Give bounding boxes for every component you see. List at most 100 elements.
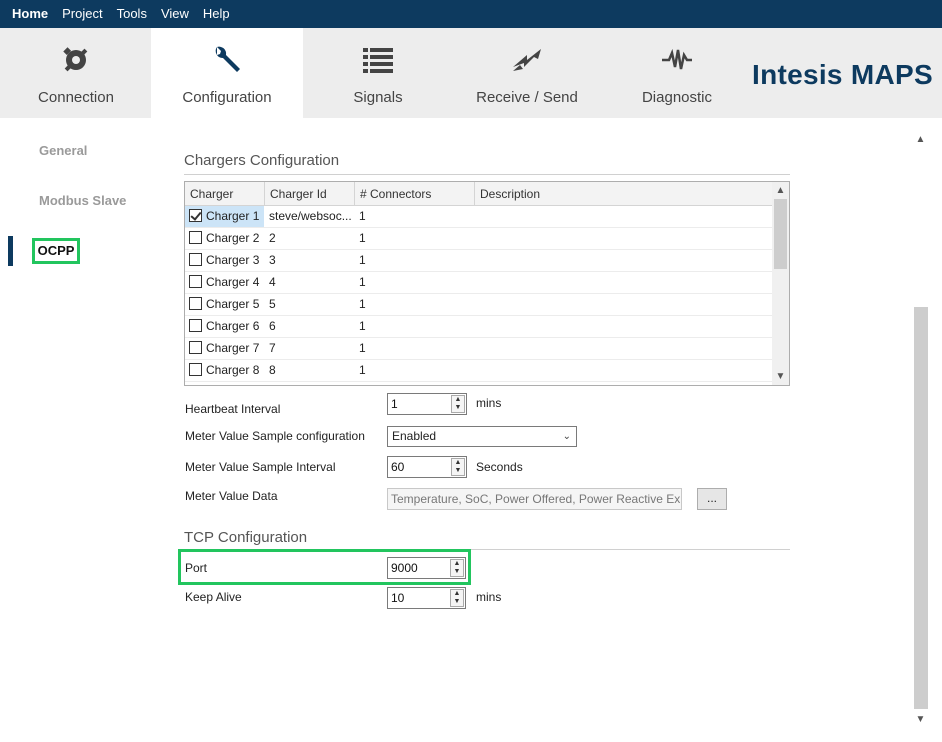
scroll-thumb[interactable] bbox=[914, 307, 928, 709]
scroll-up-icon[interactable]: ▲ bbox=[772, 182, 789, 199]
table-row[interactable]: Charger 2 2 1 bbox=[185, 228, 773, 250]
connectors-cell[interactable]: 1 bbox=[355, 294, 475, 315]
heartbeat-stepper[interactable]: 1 ▲ ▼ bbox=[387, 393, 467, 415]
checkbox-checked-icon[interactable] bbox=[189, 209, 202, 222]
stepper-down-icon[interactable]: ▼ bbox=[452, 467, 464, 475]
description-cell[interactable] bbox=[475, 206, 773, 227]
meter-config-select[interactable]: Enabled ⌄ bbox=[387, 426, 577, 447]
scroll-up-icon[interactable]: ▲ bbox=[912, 131, 929, 148]
checkbox-unchecked-icon[interactable] bbox=[189, 341, 202, 354]
description-cell[interactable] bbox=[475, 294, 773, 315]
description-cell[interactable] bbox=[475, 250, 773, 271]
checkbox-unchecked-icon[interactable] bbox=[189, 319, 202, 332]
charger-id-cell[interactable]: 3 bbox=[265, 250, 355, 271]
charger-id-cell[interactable]: steve/websoc... bbox=[265, 206, 355, 227]
connectors-cell[interactable]: 1 bbox=[355, 316, 475, 337]
brand-logo: Intesis MAPS bbox=[752, 59, 933, 90]
tab-diagnostic[interactable]: Diagnostic bbox=[601, 28, 753, 118]
heartbeat-unit: mins bbox=[476, 396, 502, 410]
connectors-cell[interactable]: 1 bbox=[355, 206, 475, 227]
charger-name: Charger 6 bbox=[206, 319, 260, 333]
charger-cell[interactable]: Charger 6 bbox=[185, 316, 264, 337]
chargers-table[interactable]: Charger Charger Id # Connectors Descript… bbox=[184, 181, 790, 386]
checkbox-unchecked-icon[interactable] bbox=[189, 253, 202, 266]
meter-interval-unit: Seconds bbox=[476, 460, 523, 474]
table-row[interactable]: Charger 1 steve/websoc... 1 bbox=[185, 206, 773, 228]
connectors-cell[interactable]: 1 bbox=[355, 338, 475, 359]
table-scrollbar[interactable]: ▲ ▼ bbox=[772, 182, 789, 385]
chargers-section-title: Chargers Configuration bbox=[184, 152, 340, 169]
sidebar-item-modbus-slave[interactable]: Modbus Slave bbox=[39, 193, 126, 208]
meter-data-field[interactable]: Temperature, SoC, Power Offered, Power R… bbox=[387, 488, 682, 510]
charger-id-cell[interactable]: 2 bbox=[265, 228, 355, 249]
description-cell[interactable] bbox=[475, 360, 773, 381]
stepper-up-icon[interactable]: ▲ bbox=[452, 396, 464, 404]
charger-cell[interactable]: Charger 1 bbox=[185, 206, 264, 227]
table-row[interactable]: Charger 4 4 1 bbox=[185, 272, 773, 294]
scroll-down-icon[interactable]: ▼ bbox=[912, 711, 929, 728]
meter-data-browse-button[interactable]: ... bbox=[697, 488, 727, 510]
meter-interval-stepper[interactable]: 60 ▲ ▼ bbox=[387, 456, 467, 478]
stepper-down-icon[interactable]: ▼ bbox=[451, 598, 463, 606]
menu-project[interactable]: Project bbox=[55, 0, 109, 28]
checkbox-unchecked-icon[interactable] bbox=[189, 363, 202, 376]
charger-cell[interactable]: Charger 2 bbox=[185, 228, 264, 249]
scroll-down-icon[interactable]: ▼ bbox=[772, 368, 789, 385]
connectors-cell[interactable]: 1 bbox=[355, 360, 475, 381]
table-row[interactable]: Charger 5 5 1 bbox=[185, 294, 773, 316]
column-header-charger[interactable]: Charger bbox=[185, 182, 265, 206]
description-cell[interactable] bbox=[475, 316, 773, 337]
description-cell[interactable] bbox=[475, 228, 773, 249]
charger-cell[interactable]: Charger 8 bbox=[185, 360, 264, 381]
checkbox-unchecked-icon[interactable] bbox=[189, 297, 202, 310]
page-scrollbar[interactable]: ▲ ▼ bbox=[912, 131, 929, 728]
column-header-charger-id[interactable]: Charger Id bbox=[265, 182, 355, 206]
connectors-cell[interactable]: 1 bbox=[355, 250, 475, 271]
tab-connection[interactable]: Connection bbox=[0, 28, 152, 118]
description-cell[interactable] bbox=[475, 272, 773, 293]
connectors-cell[interactable]: 1 bbox=[355, 228, 475, 249]
sidebar-item-ocpp[interactable]: OCPP bbox=[32, 238, 80, 264]
column-header-connectors[interactable]: # Connectors bbox=[355, 182, 475, 206]
charger-id-cell[interactable]: 4 bbox=[265, 272, 355, 293]
tab-receive-send-label: Receive / Send bbox=[476, 89, 578, 106]
stepper-up-icon[interactable]: ▲ bbox=[451, 590, 463, 598]
table-row[interactable]: Charger 7 7 1 bbox=[185, 338, 773, 360]
table-row[interactable]: Charger 8 8 1 bbox=[185, 360, 773, 382]
charger-cell[interactable]: Charger 3 bbox=[185, 250, 264, 271]
charger-id-cell[interactable]: 7 bbox=[265, 338, 355, 359]
connectors-cell[interactable]: 1 bbox=[355, 272, 475, 293]
menu-help[interactable]: Help bbox=[196, 0, 237, 28]
transfer-arrows-icon bbox=[453, 42, 601, 78]
table-row[interactable]: Charger 3 3 1 bbox=[185, 250, 773, 272]
tab-configuration[interactable]: Configuration bbox=[151, 28, 303, 118]
charger-cell[interactable]: Charger 7 bbox=[185, 338, 264, 359]
stepper-buttons[interactable]: ▲ ▼ bbox=[451, 395, 465, 413]
scroll-thumb[interactable] bbox=[774, 199, 787, 269]
checkbox-unchecked-icon[interactable] bbox=[189, 275, 202, 288]
stepper-buttons[interactable]: ▲ ▼ bbox=[451, 458, 465, 476]
description-cell[interactable] bbox=[475, 338, 773, 359]
menu-tools[interactable]: Tools bbox=[110, 0, 154, 28]
heartbeat-value: 1 bbox=[391, 397, 398, 411]
tab-receive-send[interactable]: Receive / Send bbox=[453, 28, 601, 118]
menu-home[interactable]: Home bbox=[0, 0, 55, 28]
menu-view[interactable]: View bbox=[154, 0, 196, 28]
charger-cell[interactable]: Charger 4 bbox=[185, 272, 264, 293]
charger-cell[interactable]: Charger 5 bbox=[185, 294, 264, 315]
stepper-up-icon[interactable]: ▲ bbox=[452, 459, 464, 467]
charger-id-cell[interactable]: 8 bbox=[265, 360, 355, 381]
tab-signals[interactable]: Signals bbox=[303, 28, 453, 118]
charger-id-cell[interactable]: 6 bbox=[265, 316, 355, 337]
table-row[interactable]: Charger 6 6 1 bbox=[185, 316, 773, 338]
menu-bar: Home Project Tools View Help bbox=[0, 0, 942, 28]
stepper-buttons[interactable]: ▲ ▼ bbox=[450, 589, 464, 607]
meter-config-value: Enabled bbox=[392, 429, 437, 443]
stepper-down-icon[interactable]: ▼ bbox=[452, 404, 464, 412]
column-header-description[interactable]: Description bbox=[475, 182, 773, 206]
keep-alive-stepper[interactable]: 10 ▲ ▼ bbox=[387, 587, 466, 609]
sidebar-item-general[interactable]: General bbox=[39, 143, 87, 158]
meter-interval-label: Meter Value Sample Interval bbox=[185, 460, 336, 474]
checkbox-unchecked-icon[interactable] bbox=[189, 231, 202, 244]
charger-id-cell[interactable]: 5 bbox=[265, 294, 355, 315]
